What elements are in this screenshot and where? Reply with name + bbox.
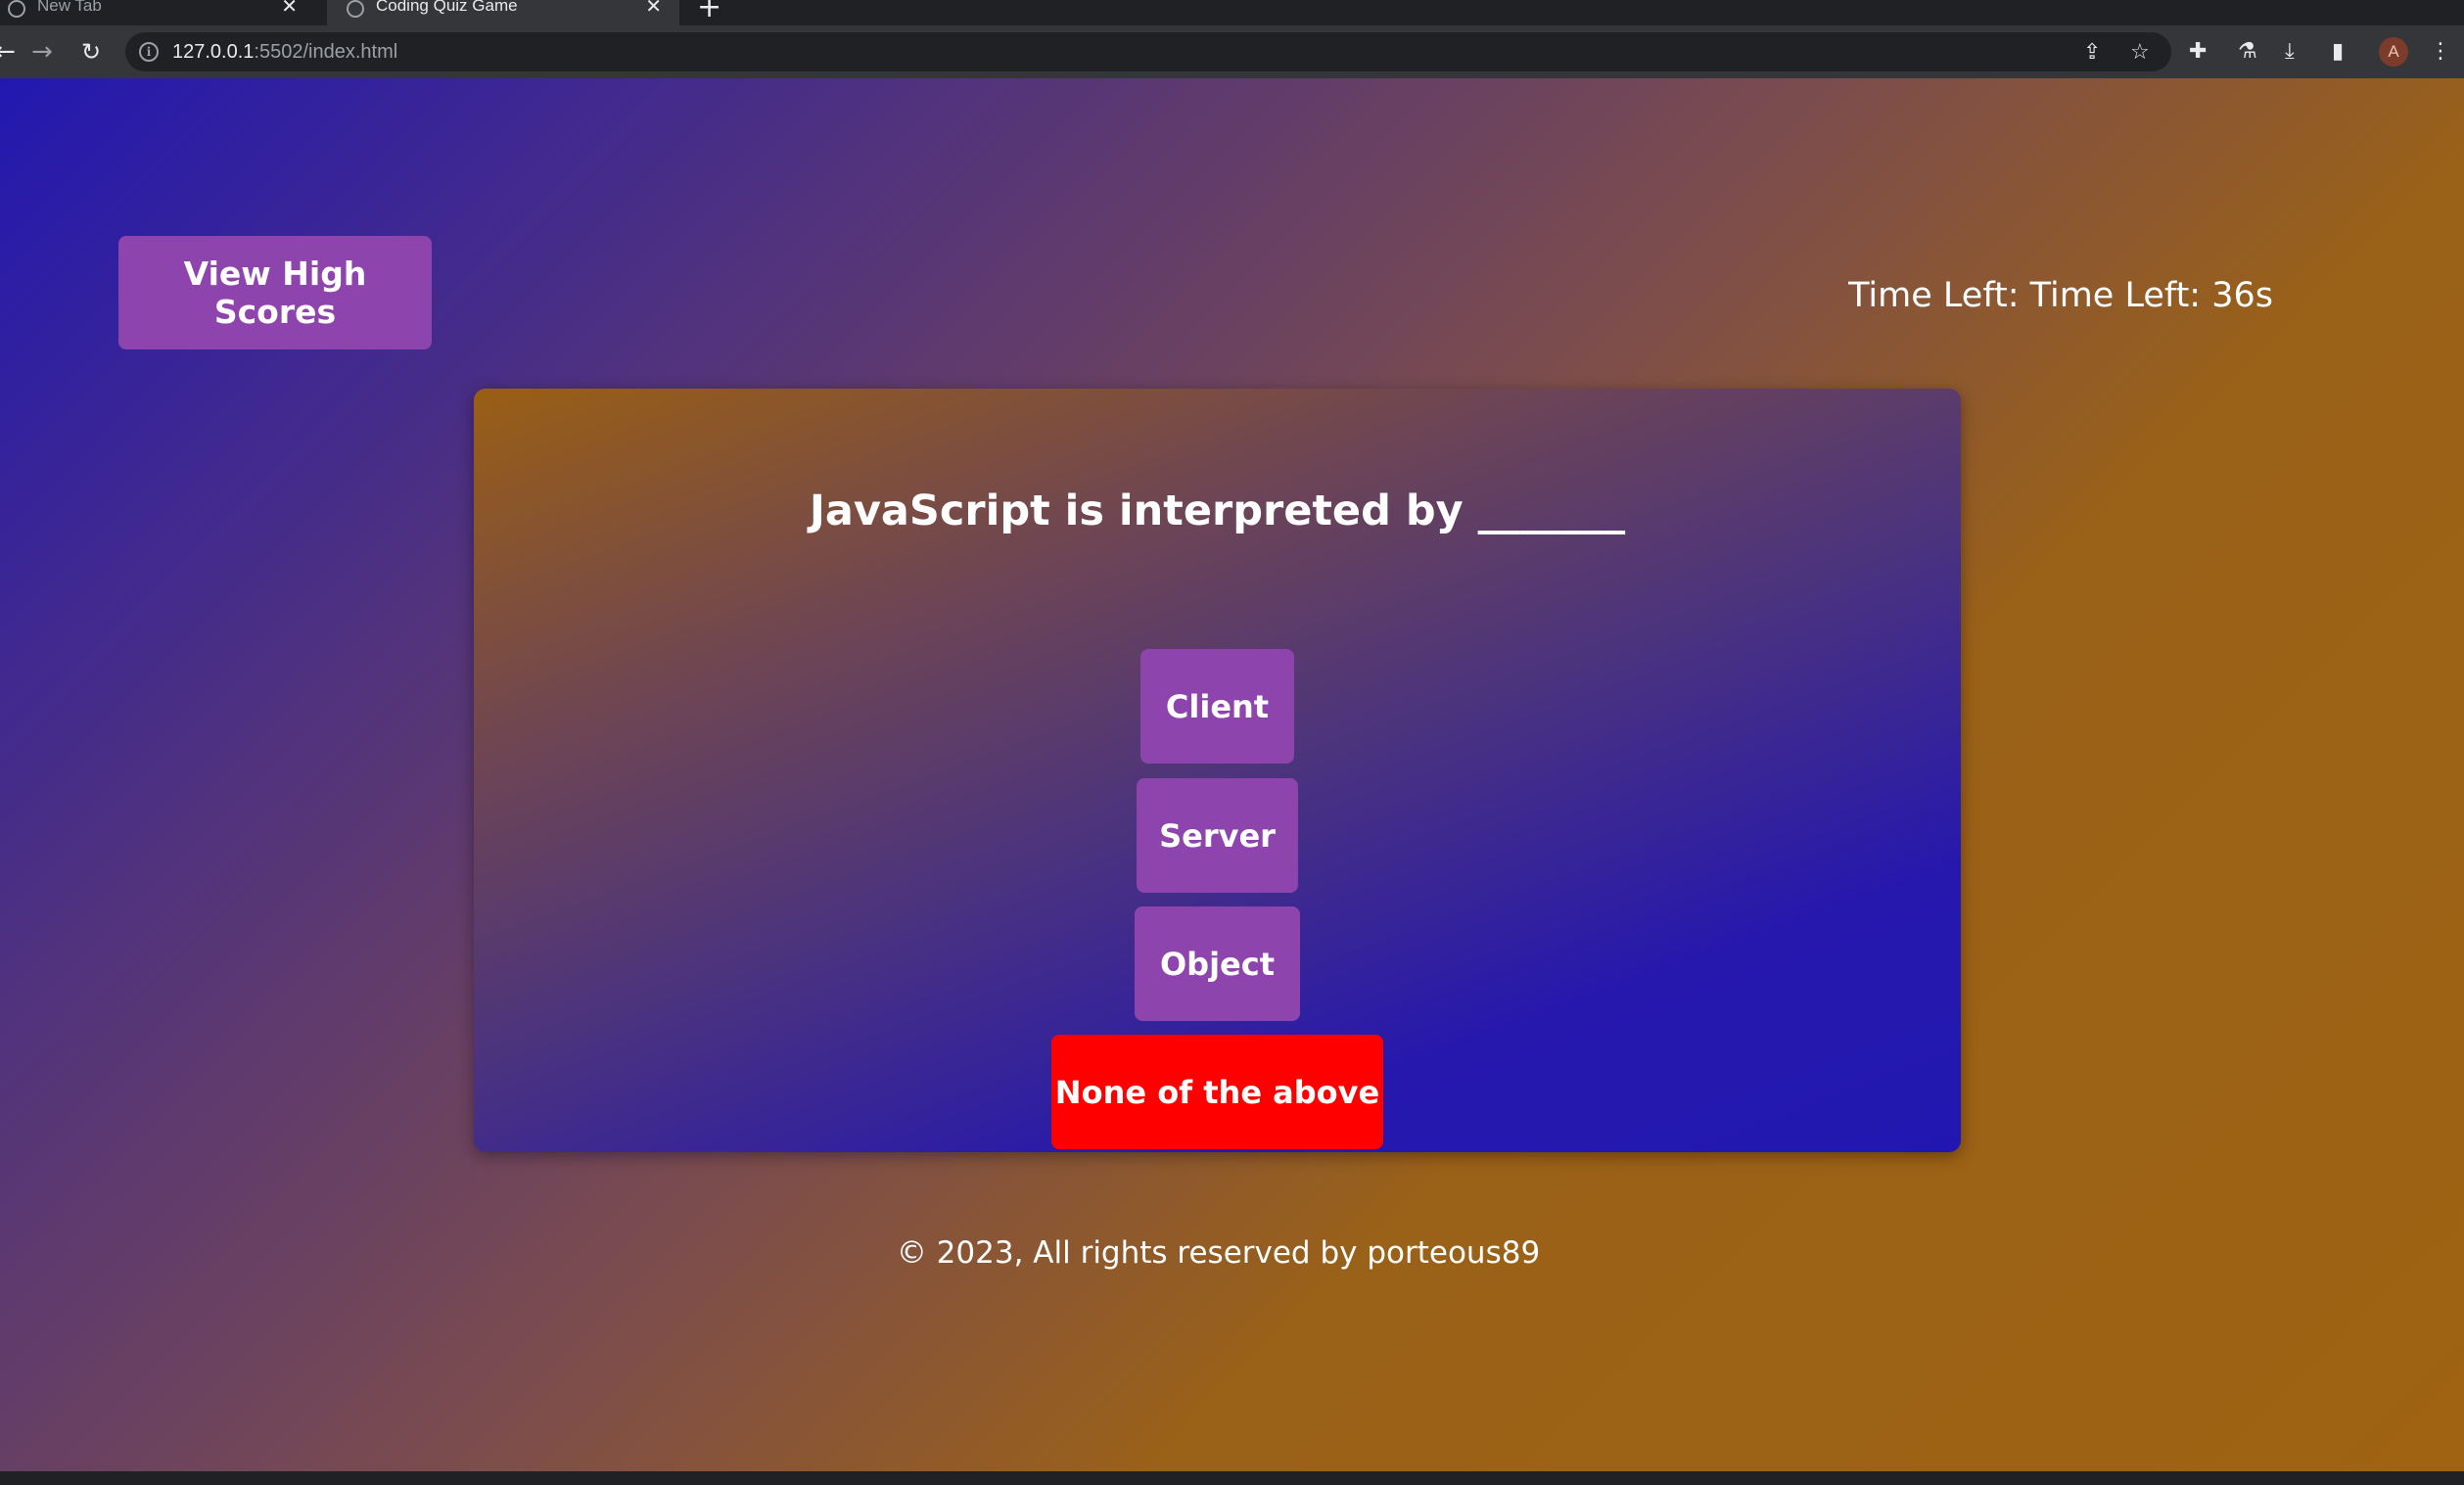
site-info-icon[interactable]: i	[139, 42, 159, 62]
back-icon[interactable]: ←	[0, 37, 20, 67]
bookmark-star-icon[interactable]: ☆	[2130, 40, 2150, 65]
tab-strip: New Tab ✕ Coding Quiz Game ✕ + –	[0, 0, 2464, 25]
answer-button-none-of-the-above[interactable]: None of the above	[1051, 1035, 1383, 1149]
tab-title: Coding Quiz Game	[376, 0, 518, 15]
url-text[interactable]: 127.0.0.1:5502/index.html	[172, 41, 397, 64]
menu-icon[interactable]: ⋮	[2430, 41, 2451, 63]
tab-new-tab[interactable]: New Tab ✕	[0, 0, 315, 25]
download-icon[interactable]: ⤓	[2285, 41, 2295, 63]
minimize-icon[interactable]: –	[2359, 0, 2368, 9]
new-tab-icon[interactable]: +	[697, 0, 721, 24]
reload-icon[interactable]: ↻	[76, 37, 106, 67]
answer-button-client[interactable]: Client	[1140, 649, 1294, 764]
question-text: JavaScript is interpreted by _______	[809, 487, 1626, 535]
tab-coding-quiz-game[interactable]: Coding Quiz Game ✕	[327, 0, 679, 25]
bottom-edge	[0, 1471, 2464, 1485]
answer-button-server[interactable]: Server	[1137, 778, 1298, 893]
labs-flask-icon[interactable]: ⚗	[2238, 41, 2257, 63]
tab-title: New Tab	[37, 0, 102, 15]
chrome-icon	[8, 0, 25, 18]
forward-icon[interactable]: →	[27, 37, 57, 67]
share-icon[interactable]: ⇪	[2083, 40, 2101, 65]
time-left-display: Time Left: Time Left: 36s	[1848, 276, 2273, 315]
browser-toolbar: ← → ↻ i 127.0.0.1:5502/index.html ⇪ ☆ ✚ …	[0, 25, 2464, 78]
globe-icon	[347, 0, 364, 18]
close-icon[interactable]: ✕	[645, 0, 662, 18]
address-bar[interactable]: i 127.0.0.1:5502/index.html ⇪ ☆	[125, 32, 2171, 71]
answer-button-object[interactable]: Object	[1135, 906, 1300, 1021]
quiz-card: JavaScript is interpreted by _______ Cli…	[474, 389, 1961, 1152]
profile-avatar[interactable]: A	[2379, 37, 2408, 67]
view-high-scores-button[interactable]: View High Scores	[118, 236, 432, 349]
page-viewport: View High Scores Time Left: Time Left: 3…	[0, 78, 2464, 1471]
close-icon[interactable]: ✕	[281, 0, 298, 18]
extensions-icon[interactable]: ✚	[2189, 41, 2207, 63]
copyright-text: © 2023, All rights reserved by porteous8…	[896, 1235, 1541, 1271]
side-panel-icon[interactable]: ▮	[2332, 41, 2344, 63]
footer: © 2023, All rights reserved by porteous8…	[0, 1235, 2464, 1271]
